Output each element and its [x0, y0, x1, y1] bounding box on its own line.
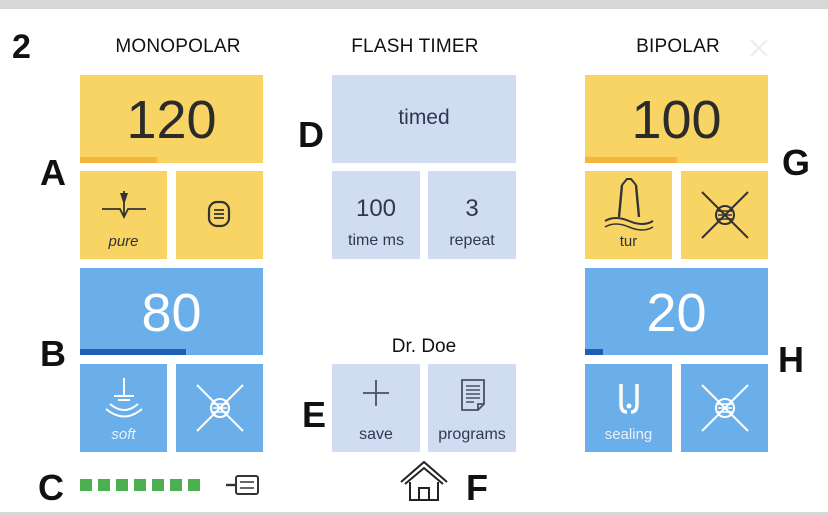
- connection-segment: [188, 479, 200, 491]
- callout-g: G: [782, 142, 811, 183]
- bipolar-coag-disabled-button[interactable]: [681, 364, 768, 452]
- monopolar-coag-disabled-button[interactable]: [176, 364, 263, 452]
- connection-segment: [152, 479, 164, 491]
- user-name: Dr. Doe: [391, 336, 457, 357]
- bipolar-cut-value: 100: [631, 90, 722, 150]
- connection-segment: [170, 479, 182, 491]
- connection-segment: [80, 479, 92, 491]
- callout-e: E: [302, 394, 327, 435]
- disabled-x-icon: [699, 382, 751, 434]
- monopolar-cut-mode-button[interactable]: pure: [80, 171, 167, 259]
- bipolar-coag-mode-button[interactable]: sealing: [585, 364, 672, 452]
- sealing-forceps-icon: [615, 382, 643, 416]
- plus-icon: [361, 378, 391, 408]
- soft-coag-electrode-icon: [102, 376, 146, 420]
- callout-b: B: [40, 333, 66, 374]
- tur-loop-icon: [601, 177, 657, 233]
- screen-number: 2: [12, 28, 31, 66]
- programs-button[interactable]: programs: [428, 364, 516, 452]
- callout-d: D: [298, 114, 324, 155]
- flash-timer-repeat-button[interactable]: 3 repeat: [428, 171, 516, 259]
- callout-a: A: [40, 152, 66, 193]
- monopolar-coag-mode-button[interactable]: soft: [80, 364, 167, 452]
- bipolar-cut-mode-button[interactable]: tur: [585, 171, 672, 259]
- bipolar-coag-level-track: [585, 349, 768, 355]
- flash-timer-mode: timed: [398, 106, 450, 129]
- save-label: save: [359, 426, 393, 443]
- bipolar-cut-disabled-button[interactable]: [681, 171, 768, 259]
- bipolar-coag-mode-caption: sealing: [604, 426, 653, 443]
- connection-segment: [98, 479, 110, 491]
- callout-c: C: [38, 467, 64, 508]
- monopolar-coag-power-tile[interactable]: 80: [80, 268, 263, 355]
- list-icon: [207, 200, 231, 228]
- pure-cut-waveform-icon: [100, 185, 148, 225]
- close-icon[interactable]: [748, 37, 770, 59]
- flash-timer-title: FLASH TIMER: [351, 36, 479, 57]
- monopolar-coag-level-bar: [80, 349, 186, 355]
- flash-timer-time-caption: time ms: [348, 232, 404, 249]
- connector-plug-icon: [224, 474, 260, 496]
- monopolar-cut-power-tile[interactable]: 120: [80, 75, 263, 163]
- disabled-x-icon: [194, 382, 246, 434]
- bipolar-cut-level-bar: [585, 157, 677, 163]
- flash-timer-mode-button[interactable]: timed: [332, 75, 516, 163]
- save-button[interactable]: save: [332, 364, 420, 452]
- connection-segment: [134, 479, 146, 491]
- bipolar-cut-mode-caption: tur: [619, 233, 638, 250]
- flash-timer-time-value: 100: [355, 195, 397, 222]
- bottom-frame-bar: [0, 512, 828, 516]
- monopolar-cut-mode-caption: pure: [108, 233, 139, 250]
- flash-timer-repeat-caption: repeat: [449, 232, 495, 249]
- document-list-icon: [460, 378, 486, 412]
- connection-segment: [116, 479, 128, 491]
- callout-f: F: [466, 467, 488, 508]
- top-frame-bar: [0, 0, 828, 9]
- bipolar-coag-power-tile[interactable]: 20: [585, 268, 768, 355]
- bipolar-cut-level-track: [585, 157, 768, 163]
- home-icon[interactable]: [398, 460, 450, 502]
- monopolar-menu-button[interactable]: [176, 171, 263, 259]
- disabled-x-icon: [699, 189, 751, 241]
- monopolar-coag-mode-caption: soft: [111, 426, 136, 443]
- flash-timer-repeat-value: 3: [465, 195, 479, 222]
- monopolar-cut-level-track: [80, 157, 263, 163]
- monopolar-cut-level-bar: [80, 157, 157, 163]
- monopolar-coag-value: 80: [141, 283, 202, 343]
- bipolar-cut-power-tile[interactable]: 100: [585, 75, 768, 163]
- monopolar-title: MONOPOLAR: [115, 36, 241, 57]
- bipolar-coag-value: 20: [646, 283, 707, 343]
- programs-label: programs: [438, 426, 506, 443]
- callout-h: H: [778, 339, 804, 380]
- flash-timer-time-button[interactable]: 100 time ms: [332, 171, 420, 259]
- monopolar-coag-level-track: [80, 349, 263, 355]
- monopolar-cut-value: 120: [126, 90, 217, 150]
- bipolar-coag-level-bar: [585, 349, 603, 355]
